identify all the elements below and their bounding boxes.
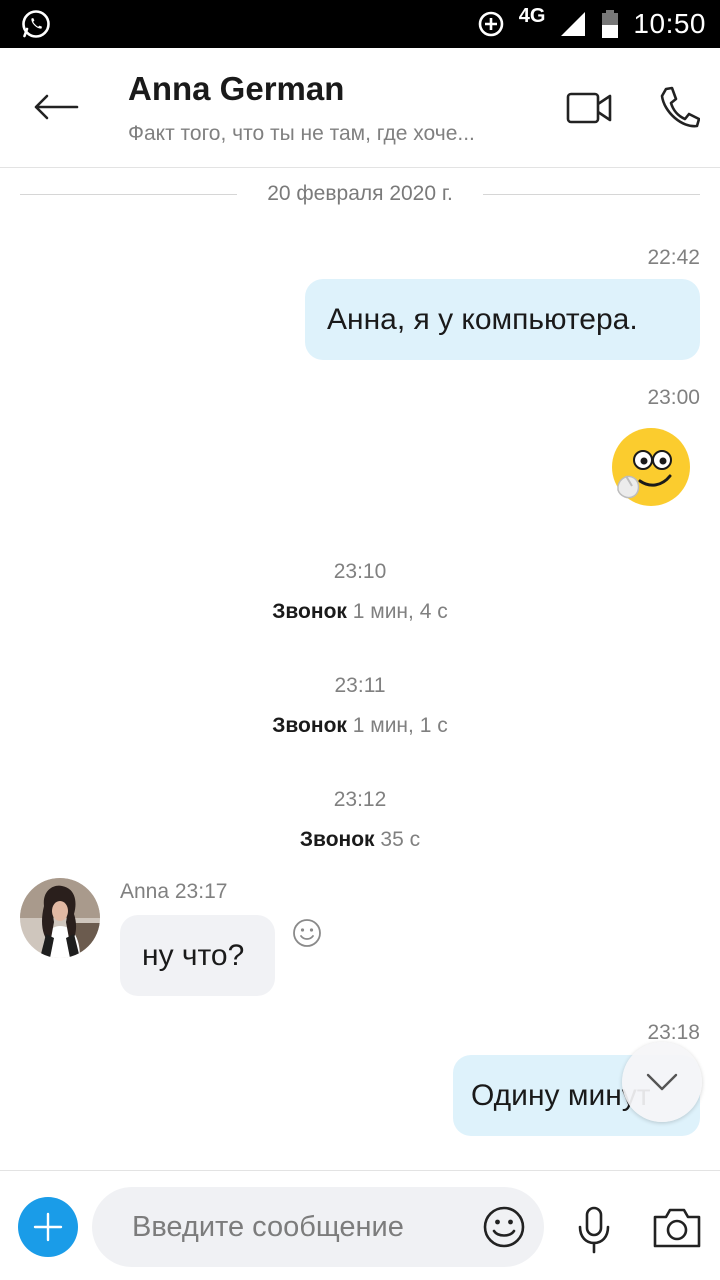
outgoing-message[interactable]: Анна, я у компьютера. — [305, 279, 700, 360]
signal-icon — [561, 12, 586, 36]
microphone-icon[interactable] — [574, 1205, 614, 1255]
message-text: ну что? — [142, 938, 245, 972]
data-saver-icon — [478, 11, 504, 37]
message-timestamp: 23:18 — [647, 1021, 700, 1044]
message-timestamp: 23:00 — [647, 386, 700, 409]
incoming-message[interactable]: ну что? — [120, 915, 275, 996]
separator-line — [20, 193, 238, 195]
call-record[interactable]: Звонок 1 мин, 4 с — [0, 600, 720, 624]
call-label: Звонок — [272, 600, 347, 623]
separator-line — [482, 193, 701, 195]
emoji-icon[interactable] — [482, 1205, 526, 1249]
call-timestamp: 23:11 — [334, 674, 386, 697]
message-input[interactable] — [132, 1187, 472, 1267]
add-button[interactable] — [18, 1197, 78, 1257]
message-text: Анна, я у компьютера. — [327, 302, 638, 336]
message-timestamp: 22:42 — [647, 246, 700, 269]
call-record[interactable]: Звонок 35 с — [0, 828, 720, 852]
call-timestamp: 23:12 — [333, 788, 387, 811]
scroll-to-bottom-button[interactable] — [622, 1042, 702, 1122]
call-label: Звонок — [299, 828, 375, 851]
call-duration: 35 с — [380, 828, 421, 851]
avatar[interactable] — [20, 878, 100, 958]
call-timestamp: 23:10 — [333, 560, 387, 583]
date-label: 20 февраля 2020 г. — [267, 182, 453, 205]
video-call-button[interactable] — [564, 86, 614, 130]
thinking-emoji-icon[interactable] — [610, 426, 692, 508]
contact-mood-message: Факт того, что ты не там, где хоче... — [128, 122, 475, 145]
whatsapp-icon — [22, 10, 50, 38]
status-bar: 4G 10:50 — [0, 0, 720, 48]
chevron-down-icon — [646, 1073, 678, 1091]
call-label: Звонок — [272, 714, 347, 737]
sender-meta: Anna 23:17 — [120, 880, 228, 903]
call-duration: 1 мин, 1 с — [352, 714, 448, 737]
call-record[interactable]: Звонок 1 мин, 1 с — [0, 714, 720, 738]
clock: 10:50 — [633, 8, 706, 39]
chat-header: Anna German Факт того, что ты не там, гд… — [0, 48, 720, 168]
battery-icon — [602, 10, 619, 38]
date-separator: 20 февраля 2020 г. — [20, 180, 701, 208]
call-duration: 1 мин, 4 с — [352, 600, 448, 623]
contact-name[interactable]: Anna German — [128, 70, 344, 108]
message-composer — [0, 1170, 720, 1280]
contact-photo — [20, 878, 100, 958]
add-reaction-icon[interactable] — [292, 918, 322, 948]
plus-icon — [33, 1212, 63, 1242]
message-list[interactable]: 20 февраля 2020 г. 22:42 Анна, я у компь… — [0, 168, 720, 1170]
back-button[interactable] — [28, 84, 84, 130]
arrow-left-icon — [34, 94, 79, 120]
message-input-container — [92, 1187, 544, 1267]
audio-call-button[interactable] — [656, 84, 700, 132]
network-type: 4G — [518, 4, 546, 27]
camera-icon[interactable] — [652, 1207, 702, 1249]
